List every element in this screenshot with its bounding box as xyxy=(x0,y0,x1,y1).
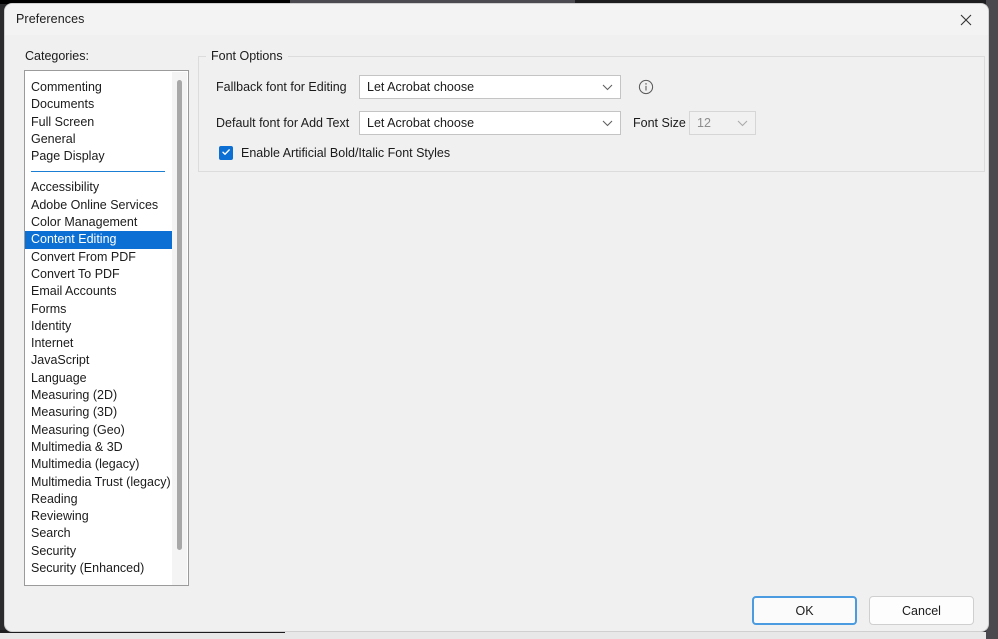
sidebar-item-color-management[interactable]: Color Management xyxy=(25,214,173,231)
sidebar-item-convert-from-pdf[interactable]: Convert From PDF xyxy=(25,249,173,266)
sidebar-item-content-editing[interactable]: Content Editing xyxy=(25,231,173,249)
categories-list: Commenting Documents Full Screen General… xyxy=(25,71,173,577)
categories-scrollbar[interactable] xyxy=(172,72,187,585)
window-title: Preferences xyxy=(16,12,85,26)
sidebar-item-measuring-geo[interactable]: Measuring (Geo) xyxy=(25,422,173,439)
check-icon xyxy=(221,144,231,162)
sidebar-item-search[interactable]: Search xyxy=(25,525,173,542)
preferences-dialog: Preferences Categories: Commenting Docum… xyxy=(4,3,989,632)
artificial-bold-italic-checkbox-row[interactable]: Enable Artificial Bold/Italic Font Style… xyxy=(219,146,450,160)
sidebar-item-javascript[interactable]: JavaScript xyxy=(25,352,173,369)
sidebar-item-reviewing[interactable]: Reviewing xyxy=(25,508,173,525)
sidebar-item-convert-to-pdf[interactable]: Convert To PDF xyxy=(25,266,173,283)
chevron-down-icon xyxy=(594,120,620,127)
categories-scrollbar-thumb[interactable] xyxy=(177,80,182,550)
desktop-backdrop-bottom xyxy=(0,632,998,639)
font-size-label: Font Size xyxy=(633,116,686,130)
sidebar-item-security-enhanced[interactable]: Security (Enhanced) xyxy=(25,560,173,577)
sidebar-item-multimedia-3d[interactable]: Multimedia & 3D xyxy=(25,439,173,456)
font-options-title: Font Options xyxy=(206,49,288,63)
sidebar-item-identity[interactable]: Identity xyxy=(25,318,173,335)
fallback-font-select[interactable]: Let Acrobat choose xyxy=(359,75,621,99)
sidebar-item-multimedia-trust-legacy[interactable]: Multimedia Trust (legacy) xyxy=(25,474,173,491)
sidebar-item-commenting[interactable]: Commenting xyxy=(25,79,173,96)
default-font-label: Default font for Add Text xyxy=(216,116,350,130)
sidebar-item-email-accounts[interactable]: Email Accounts xyxy=(25,283,173,300)
cancel-button[interactable]: Cancel xyxy=(869,596,974,625)
sidebar-item-full-screen[interactable]: Full Screen xyxy=(25,114,173,131)
sidebar-item-accessibility[interactable]: Accessibility xyxy=(25,179,173,196)
sidebar-item-measuring-3d[interactable]: Measuring (3D) xyxy=(25,404,173,421)
title-bar: Preferences xyxy=(5,4,988,35)
sidebar-item-forms[interactable]: Forms xyxy=(25,301,173,318)
sidebar-item-internet[interactable]: Internet xyxy=(25,335,173,352)
categories-label: Categories: xyxy=(25,49,89,63)
fallback-font-label: Fallback font for Editing xyxy=(216,80,347,94)
chevron-down-icon xyxy=(729,120,755,127)
categories-listbox[interactable]: Commenting Documents Full Screen General… xyxy=(24,70,189,586)
sidebar-item-language[interactable]: Language xyxy=(25,370,173,387)
fallback-font-value: Let Acrobat choose xyxy=(367,80,475,94)
font-size-value: 12 xyxy=(697,116,711,130)
sidebar-item-security[interactable]: Security xyxy=(25,543,173,560)
sidebar-item-general[interactable]: General xyxy=(25,131,173,148)
category-group-separator xyxy=(31,171,165,173)
default-font-value: Let Acrobat choose xyxy=(367,116,475,130)
sidebar-item-documents[interactable]: Documents xyxy=(25,96,173,113)
close-button[interactable] xyxy=(943,4,988,35)
close-icon xyxy=(960,14,972,26)
artificial-bold-italic-checkbox[interactable] xyxy=(219,146,233,160)
sidebar-item-measuring-2d[interactable]: Measuring (2D) xyxy=(25,387,173,404)
sidebar-item-adobe-online-services[interactable]: Adobe Online Services xyxy=(25,197,173,214)
sidebar-item-reading[interactable]: Reading xyxy=(25,491,173,508)
chevron-down-icon xyxy=(594,84,620,91)
info-icon[interactable] xyxy=(638,79,654,95)
sidebar-item-multimedia-legacy[interactable]: Multimedia (legacy) xyxy=(25,456,173,473)
artificial-bold-italic-label: Enable Artificial Bold/Italic Font Style… xyxy=(241,146,451,160)
default-font-select[interactable]: Let Acrobat choose xyxy=(359,111,621,135)
font-size-select[interactable]: 12 xyxy=(689,111,756,135)
ok-button[interactable]: OK xyxy=(752,596,857,625)
sidebar-item-page-display[interactable]: Page Display xyxy=(25,148,173,165)
